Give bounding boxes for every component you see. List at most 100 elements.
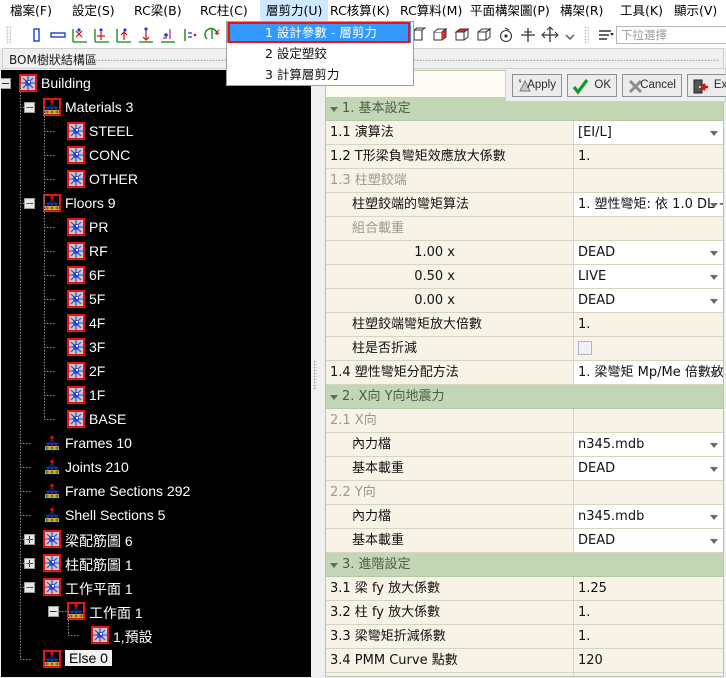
tree-node[interactable]: 2F <box>1 360 311 384</box>
bom-tree-panel[interactable]: Building Materials 3 STEEL CONC OTHER Floors … <box>1 70 311 677</box>
tree-node[interactable]: 1F <box>1 384 311 408</box>
settings-row-value[interactable]: LIVE <box>574 265 723 288</box>
settings-row-value[interactable]: DEAD <box>574 241 723 264</box>
tree-node[interactable]: 6F <box>1 264 311 288</box>
member-release-icon[interactable] <box>180 25 200 45</box>
tree-node[interactable]: RF <box>1 240 311 264</box>
chevron-down-icon[interactable] <box>710 443 718 448</box>
menu-item-5[interactable]: RC核算(K) <box>324 0 396 22</box>
tree-node[interactable]: STEEL <box>1 120 311 144</box>
toolbar-grip[interactable] <box>6 26 11 44</box>
settings-row-value[interactable]: DEAD <box>574 289 723 312</box>
settings-row[interactable]: 3.5 最大有效夾角75. <box>326 673 723 676</box>
settings-row-value[interactable]: [EI/L] <box>574 121 723 144</box>
chevron-down-icon[interactable] <box>710 203 718 208</box>
chevron-down-icon[interactable] <box>560 25 580 45</box>
collapse-caret-icon[interactable] <box>330 107 338 115</box>
tree-node[interactable]: Materials 3 <box>1 96 311 120</box>
orbit-icon[interactable] <box>496 25 516 45</box>
pan-icon[interactable] <box>518 25 538 45</box>
view-iso-icon[interactable] <box>430 25 450 45</box>
settings-row-value[interactable]: DEAD <box>574 529 723 552</box>
settings-row[interactable]: 0.50 x LIVE <box>326 265 723 289</box>
settings-row[interactable]: 3.3 梁彎矩折減係數 1. <box>326 625 723 649</box>
settings-row[interactable]: 內力檔 n345.mdb <box>326 505 723 529</box>
settings-row[interactable]: 2.2 Y向 <box>326 481 723 505</box>
dropdown-item-2[interactable]: 3 計算層剪力 <box>227 64 411 85</box>
settings-row[interactable]: 基本載重 DEAD <box>326 529 723 553</box>
zoom-all-icon[interactable] <box>540 25 560 45</box>
settings-row[interactable]: 內力檔 n345.mdb <box>326 433 723 457</box>
tree-node[interactable]: 柱配筋圖 1 <box>1 552 311 576</box>
view-top-icon[interactable] <box>474 25 494 45</box>
apply-button[interactable]: Apply <box>512 74 562 97</box>
settings-row[interactable]: 1.3 柱塑鉸端 <box>326 169 723 193</box>
settings-row[interactable]: 柱塑鉸端的彎矩算法 1. 塑性彎矩: 依 1.0 DL + 0.5 <box>326 193 723 217</box>
tree-node[interactable]: BASE <box>1 408 311 432</box>
settings-row-value[interactable]: 1. 梁彎矩 Mp/Me 倍數放大 <box>574 361 723 384</box>
list-icon[interactable] <box>596 25 616 45</box>
menu-item-7[interactable]: 平面構架圖(P) <box>464 0 556 22</box>
toolbar-grip-2[interactable] <box>584 26 589 44</box>
tree-node[interactable]: Floors 9 <box>1 192 311 216</box>
settings-row[interactable]: 1.4 塑性彎矩分配方法 1. 梁彎矩 Mp/Me 倍數放大 <box>326 361 723 385</box>
joint-support-icon[interactable] <box>92 25 112 45</box>
tree-node[interactable]: Else 0 <box>1 648 311 672</box>
menu-item-8[interactable]: 構架(R) <box>554 0 609 22</box>
settings-category-row[interactable]: 2. X向 Y向地震力 <box>326 385 723 409</box>
settings-row[interactable]: 1.00 x DEAD <box>326 241 723 265</box>
chevron-down-icon[interactable] <box>710 371 718 376</box>
rotate-icon[interactable] <box>202 25 222 45</box>
settings-row-value[interactable]: n345.mdb <box>574 433 723 456</box>
joint-axis-icon[interactable] <box>70 25 90 45</box>
tree-node[interactable]: 4F <box>1 312 311 336</box>
view-front-icon[interactable] <box>452 25 472 45</box>
menu-item-0[interactable]: 檔案(F) <box>4 0 58 22</box>
settings-row[interactable]: 柱塑鉸端彎矩放大倍數 1. <box>326 313 723 337</box>
tree-node[interactable]: 1,預設 <box>1 624 311 648</box>
menu-item-4[interactable]: 層剪力(U) <box>260 0 329 22</box>
tree-node[interactable]: 5F <box>1 288 311 312</box>
shear-force-menu-dropdown[interactable]: 1 設計參數 - 層剪力 2 設定塑鉸 3 計算層剪力 <box>226 21 414 86</box>
joint-release-icon[interactable] <box>136 25 156 45</box>
tree-node[interactable]: 工作平面 1 <box>1 576 311 600</box>
chevron-down-icon[interactable] <box>710 131 718 136</box>
settings-row[interactable]: 0.00 x DEAD <box>326 289 723 313</box>
settings-row-value[interactable]: DEAD <box>574 457 723 480</box>
menu-item-6[interactable]: RC算料(M) <box>394 0 468 22</box>
tree-node[interactable]: Frames 10 <box>1 432 311 456</box>
panel-splitter[interactable] <box>311 70 319 677</box>
settings-row-value[interactable]: 1. <box>574 625 723 648</box>
menu-item-9[interactable]: 工具(K) <box>614 0 669 22</box>
joint-offset-icon[interactable] <box>158 25 178 45</box>
settings-row[interactable]: 組合載重 <box>326 217 723 241</box>
settings-row[interactable]: 3.2 柱 fy 放大係數 1. <box>326 601 723 625</box>
menu-item-10[interactable]: 顯示(V) <box>668 0 723 22</box>
tree-node[interactable]: OTHER <box>1 168 311 192</box>
cancel-button[interactable]: Cancel <box>622 74 682 97</box>
settings-row-value[interactable]: 1.25 <box>574 577 723 600</box>
joint-load-icon[interactable] <box>114 25 134 45</box>
beam-icon[interactable] <box>48 25 68 45</box>
settings-category-row[interactable]: 3. 進階設定 <box>326 553 723 577</box>
collapse-caret-icon[interactable] <box>330 563 338 571</box>
collapse-caret-icon[interactable] <box>330 395 338 403</box>
settings-row-value[interactable]: 120 <box>574 649 723 672</box>
settings-row[interactable]: 基本載重 DEAD <box>326 457 723 481</box>
settings-row[interactable]: 3.4 PMM Curve 點數 120 <box>326 649 723 673</box>
chevron-down-icon[interactable] <box>710 251 718 256</box>
menu-item-2[interactable]: RC梁(B) <box>128 0 188 22</box>
tree-node[interactable]: 梁配筋圖 6 <box>1 528 311 552</box>
settings-row-value[interactable]: 1. <box>574 145 723 168</box>
exit-button[interactable]: Exit <box>687 74 726 97</box>
checkbox[interactable] <box>578 341 592 355</box>
dropdown-item-1[interactable]: 2 設定塑鉸 <box>227 43 411 64</box>
tree-node[interactable]: PR <box>1 216 311 240</box>
tree-node[interactable]: Joints 210 <box>1 456 311 480</box>
ok-button[interactable]: OK <box>567 74 617 97</box>
tree-node[interactable]: Shell Sections 5 <box>1 504 311 528</box>
tree-node[interactable]: CONC <box>1 144 311 168</box>
chevron-down-icon[interactable] <box>710 275 718 280</box>
menu-item-1[interactable]: 設定(S) <box>66 0 121 22</box>
chevron-down-icon[interactable] <box>710 299 718 304</box>
